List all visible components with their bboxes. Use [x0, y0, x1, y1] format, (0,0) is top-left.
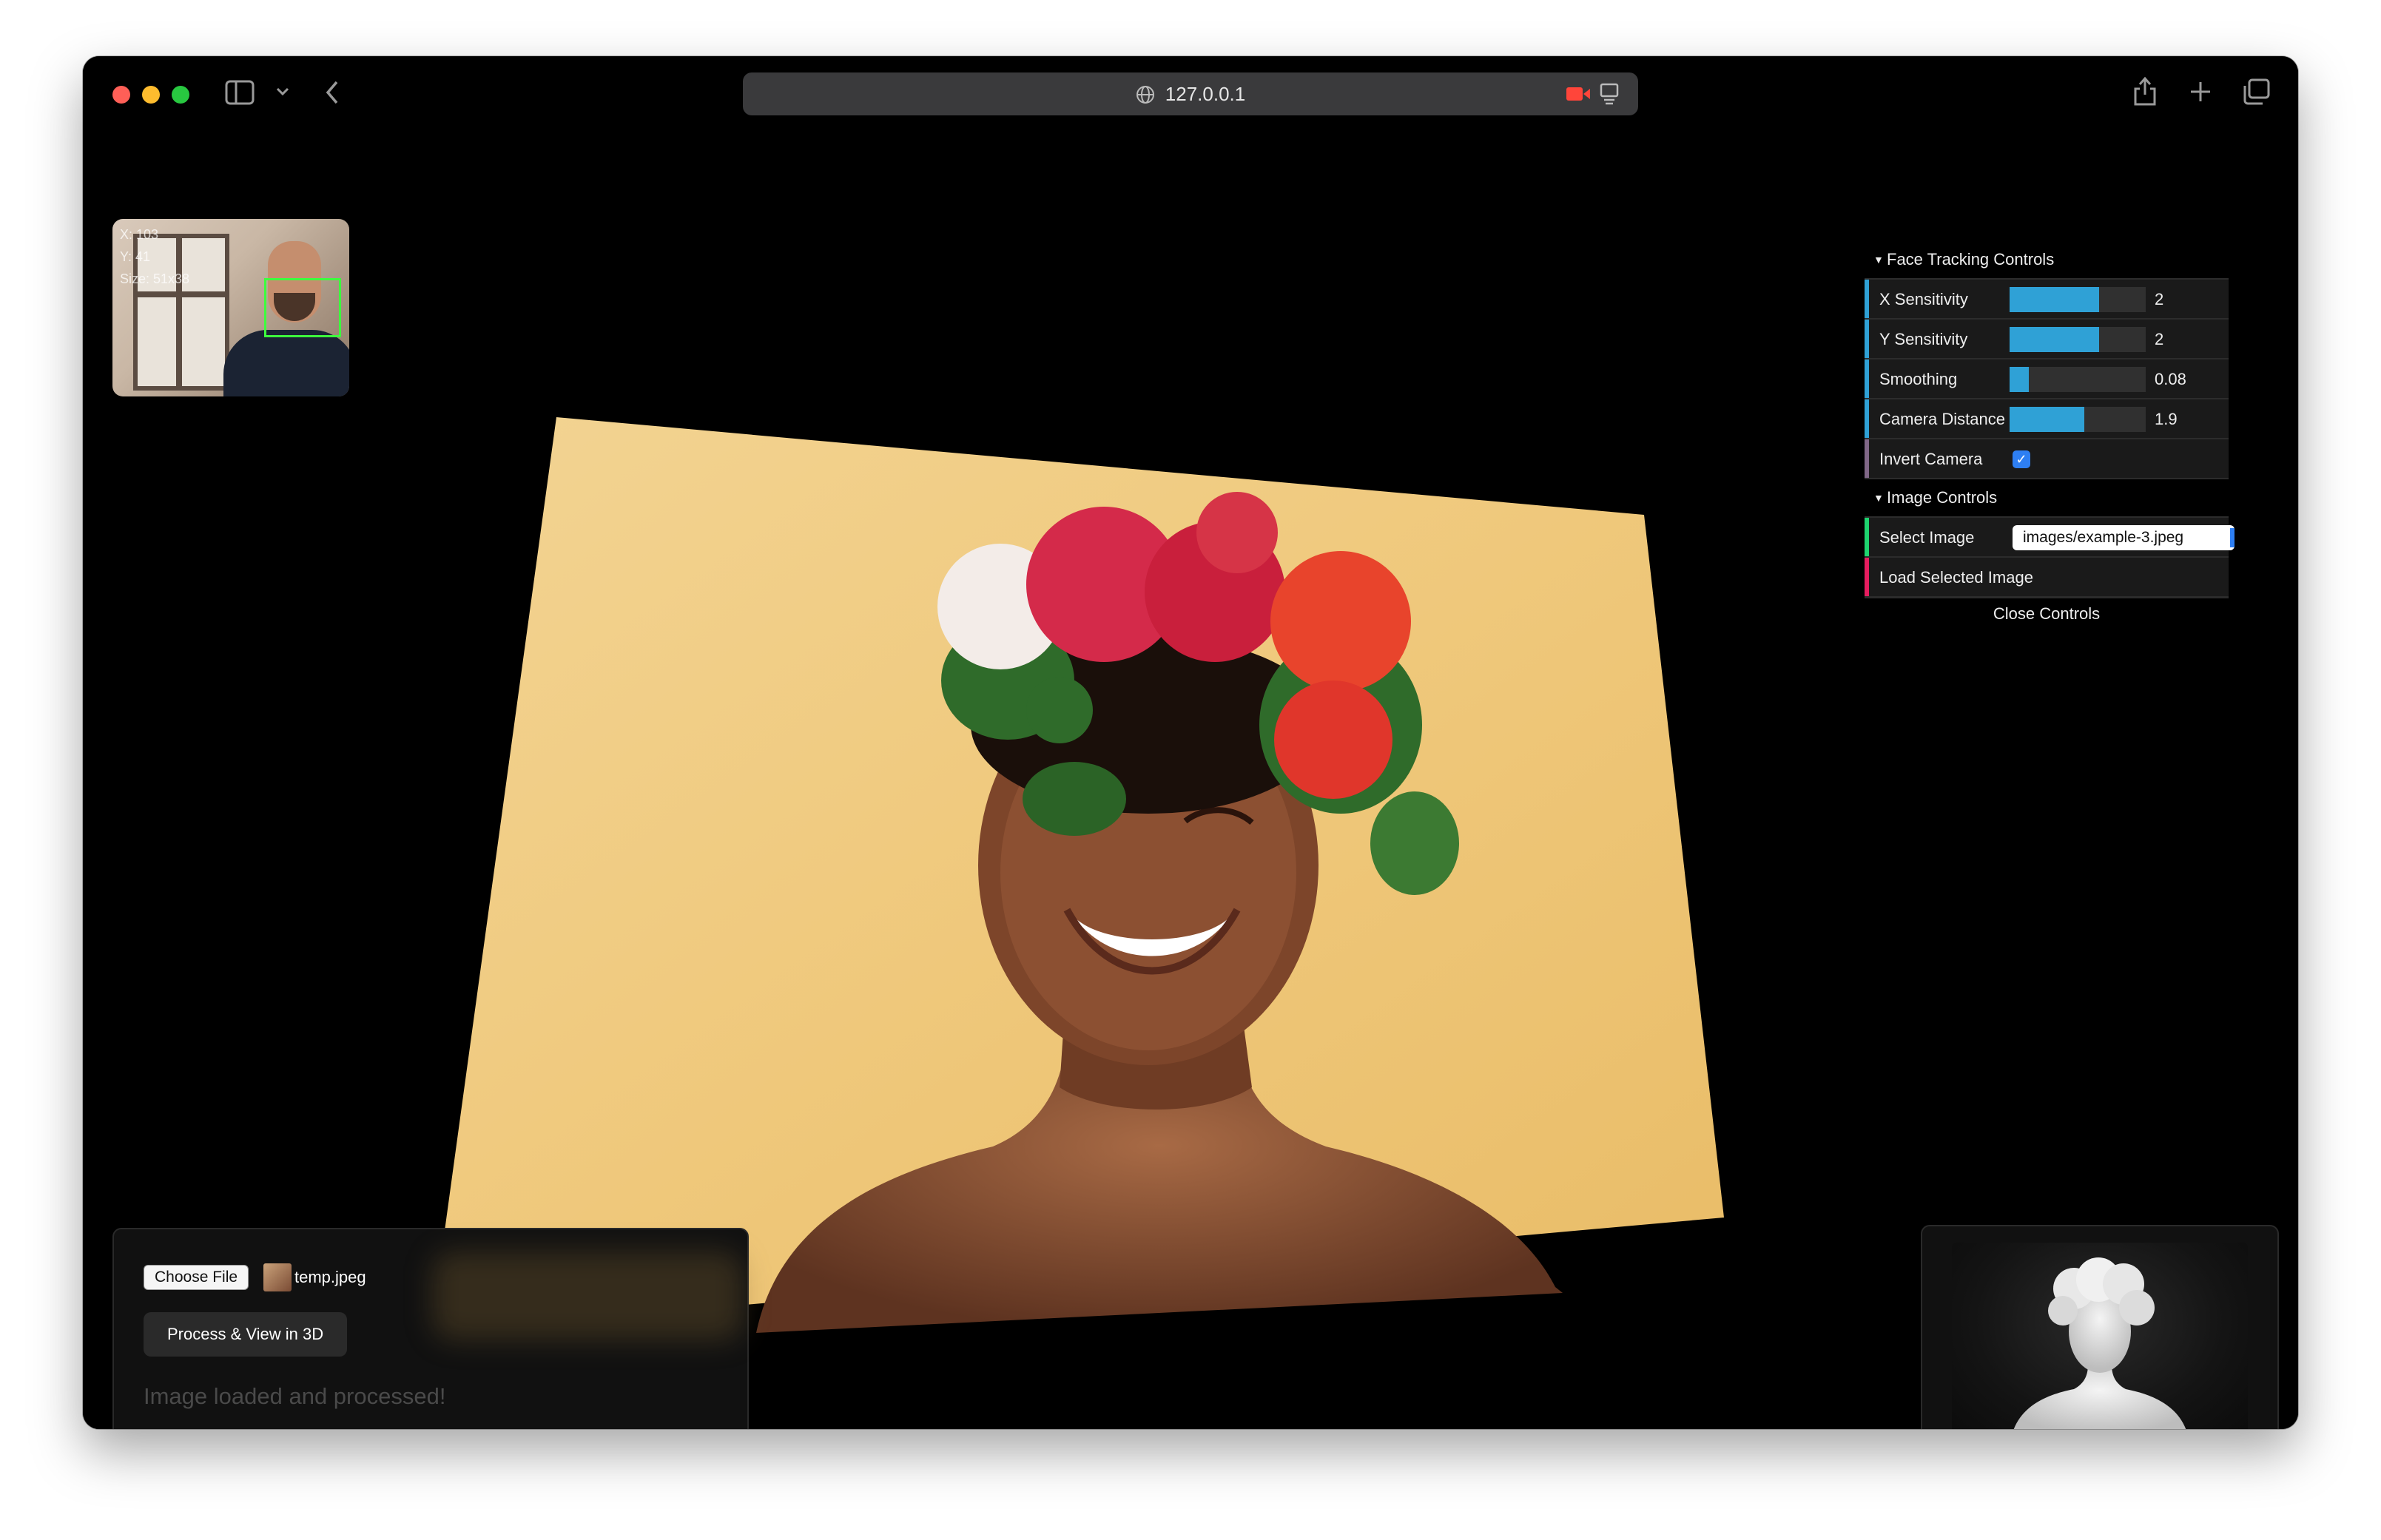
dropdown-handle [2230, 528, 2234, 547]
address-bar[interactable]: 127.0.0.1 [743, 72, 1638, 115]
control-stripe [1865, 558, 1869, 596]
select-image-label: Select Image [1879, 528, 1975, 547]
controls-panel: ▼ Face Tracking Controls X Sensitivity 2… [1865, 241, 2234, 629]
minimize-window-button[interactable] [142, 86, 160, 104]
face-y-readout: Y: 41 [120, 249, 151, 264]
control-stripe [1865, 399, 1869, 438]
control-stripe [1865, 320, 1869, 358]
depth-map-panel [1921, 1225, 2279, 1429]
browser-titlebar: 127.0.0.1 [83, 56, 2298, 133]
close-controls-button[interactable]: Close Controls [1865, 598, 2229, 629]
camera-distance-value[interactable]: 1.9 [2155, 399, 2178, 439]
smoothing-slider[interactable] [2010, 367, 2146, 392]
new-tab-icon[interactable] [2189, 80, 2212, 104]
camera-distance-slider[interactable] [2010, 407, 2146, 432]
depth-map-silhouette [2013, 1257, 2186, 1429]
y-sensitivity-slider-fill [2010, 327, 2100, 352]
load-selected-image-button[interactable]: Load Selected Image [1865, 558, 2229, 598]
caret-down-icon: ▼ [1873, 254, 1884, 266]
process-view-3d-button[interactable]: Process & View in 3D [144, 1312, 348, 1357]
y-sensitivity-control: Y Sensitivity 2 [1865, 320, 2229, 359]
share-icon[interactable] [2132, 75, 2158, 107]
selected-filename: temp.jpeg [294, 1268, 366, 1286]
x-sensitivity-control: X Sensitivity 2 [1865, 280, 2229, 320]
smoothing-label: Smoothing [1879, 370, 1958, 388]
control-stripe [1865, 518, 1869, 556]
screen-share-icon[interactable] [1600, 83, 1619, 105]
file-thumbnail [263, 1263, 292, 1291]
y-sensitivity-slider[interactable] [2010, 327, 2146, 352]
webcam-preview: X: 103 Y: 41 Size: 51x38 [112, 219, 349, 396]
camera-distance-slider-fill [2010, 407, 2085, 432]
sidebar-icon[interactable] [225, 80, 255, 105]
control-stripe [1865, 280, 1869, 318]
invert-camera-control: Invert Camera ✓ [1865, 439, 2229, 479]
flower-crown [937, 492, 1459, 895]
smoothing-control: Smoothing 0.08 [1865, 359, 2229, 399]
chevron-down-icon[interactable] [275, 86, 290, 98]
smoothing-slider-fill [2010, 367, 2029, 392]
face-detection-box [264, 278, 341, 337]
camera-recording-icon[interactable] [1566, 84, 1591, 104]
camera-distance-label: Camera Distance [1879, 410, 2005, 428]
caret-down-icon: ▼ [1873, 492, 1884, 504]
url-text: 127.0.0.1 [743, 72, 1638, 115]
webcam-person-body [223, 330, 349, 396]
control-stripe [1865, 359, 1869, 398]
x-sensitivity-slider-fill [2010, 287, 2100, 312]
face-size-readout: Size: 51x38 [120, 271, 190, 286]
face-tracking-folder[interactable]: ▼ Face Tracking Controls [1865, 241, 2229, 280]
image-controls-folder-label: Image Controls [1887, 488, 1998, 507]
select-image-dropdown[interactable]: images/example-3.jpeg [2013, 525, 2234, 550]
upload-panel: Choose File temp.jpeg Process & View in … [112, 1228, 749, 1429]
x-sensitivity-value[interactable]: 2 [2155, 280, 2163, 320]
close-window-button[interactable] [112, 86, 130, 104]
image-controls-folder[interactable]: ▼ Image Controls [1865, 479, 2229, 518]
smoothing-value[interactable]: 0.08 [2155, 359, 2186, 399]
y-sensitivity-label: Y Sensitivity [1879, 330, 1968, 348]
status-message: Image loaded and processed! [144, 1383, 446, 1409]
face-x-readout: X: 103 [120, 227, 159, 242]
x-sensitivity-label: X Sensitivity [1879, 290, 1968, 308]
face-tracking-folder-label: Face Tracking Controls [1887, 250, 2055, 269]
y-sensitivity-value[interactable]: 2 [2155, 320, 2163, 359]
viewer-canvas[interactable]: X: 103 Y: 41 Size: 51x38 ▼ Face Tracking… [83, 133, 2298, 1429]
panel-blur-backdrop [432, 1252, 743, 1340]
select-image-control: Select Image images/example-3.jpeg [1865, 518, 2234, 558]
x-sensitivity-slider[interactable] [2010, 287, 2146, 312]
select-image-value: images/example-3.jpeg [2023, 529, 2184, 546]
invert-camera-label: Invert Camera [1879, 450, 1983, 468]
url-value: 127.0.0.1 [1165, 83, 1246, 105]
tab-overview-icon[interactable] [2242, 78, 2270, 105]
browser-window: 127.0.0.1 X: 103 Y: 41 Size: 51x38 ▼ Fac… [83, 56, 2298, 1429]
zoom-window-button[interactable] [172, 86, 189, 104]
invert-camera-checkbox[interactable]: ✓ [2013, 450, 2030, 468]
control-stripe [1865, 439, 1869, 478]
load-selected-image-label: Load Selected Image [1879, 568, 2033, 587]
camera-distance-control: Camera Distance 1.9 [1865, 399, 2229, 439]
globe-icon [1136, 86, 1154, 104]
back-icon[interactable] [324, 80, 340, 105]
choose-file-button[interactable]: Choose File [144, 1265, 249, 1290]
depth-map-preview [1952, 1243, 2248, 1429]
